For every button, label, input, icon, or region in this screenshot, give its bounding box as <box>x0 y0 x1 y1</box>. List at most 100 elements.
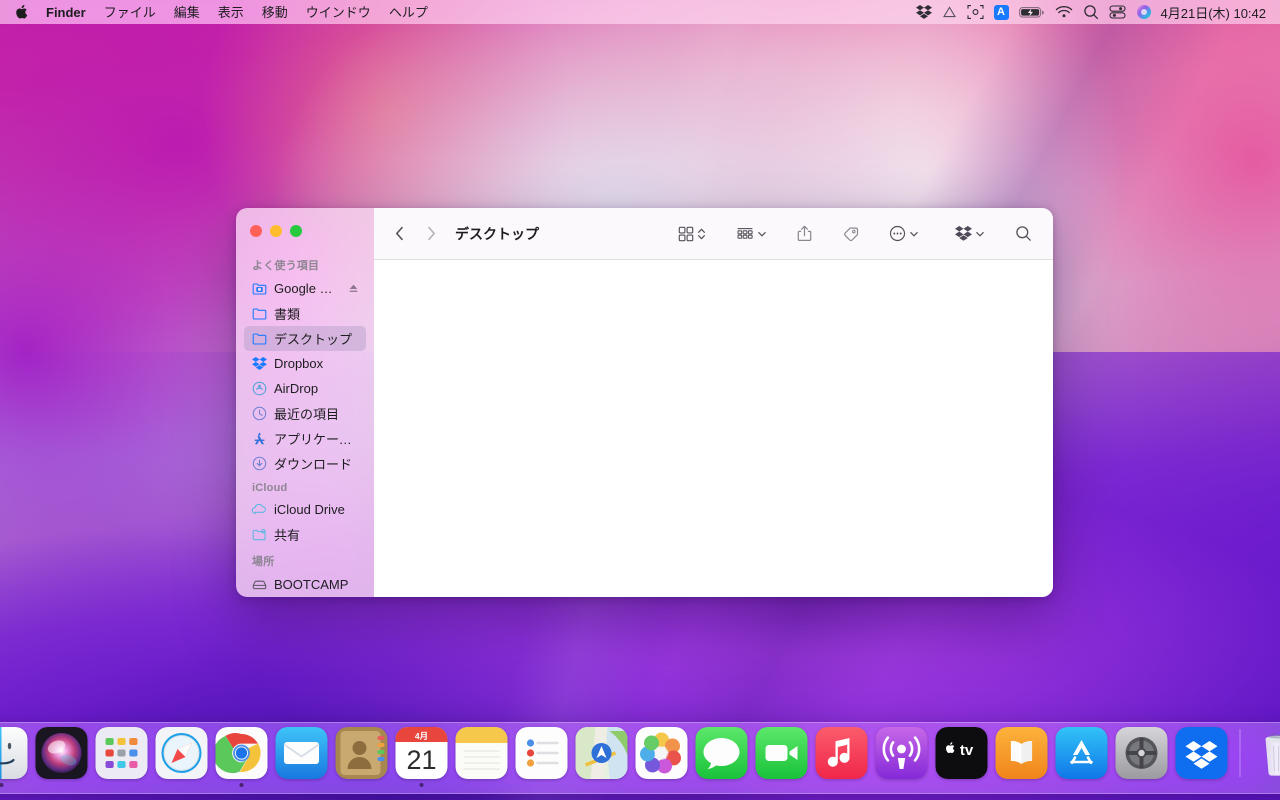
desktop: Finder ファイル 編集 表示 移動 ウインドウ ヘルプ A 4月21日(木… <box>0 0 1280 800</box>
group-by-button[interactable] <box>731 221 772 247</box>
finder-icon <box>0 727 28 779</box>
external-disk-icon <box>251 577 267 593</box>
dock-item-appletv[interactable]: tv <box>935 725 989 787</box>
spotlight-search-icon[interactable] <box>1078 1 1104 23</box>
dock-item-mail[interactable] <box>275 725 329 787</box>
sidebar-item-dropbox[interactable]: Dropbox <box>244 351 366 376</box>
dock-item-finder[interactable] <box>0 725 29 787</box>
dock-item-calendar[interactable]: 4月 21 <box>395 725 449 787</box>
dock-item-podcasts[interactable] <box>875 725 929 787</box>
sidebar-item-desktop[interactable]: デスクトップ <box>244 326 366 351</box>
dock-item-dropbox[interactable] <box>1175 725 1229 787</box>
sidebar-item-airdrop[interactable]: AirDrop <box>244 376 366 401</box>
tag-button[interactable] <box>837 221 864 247</box>
sidebar-item-shared[interactable]: 共有 <box>244 522 366 547</box>
dropbox-icon <box>1175 727 1228 779</box>
menu-bar-clock[interactable]: 4月21日(木) 10:42 <box>1157 3 1273 22</box>
finder-main: デスクトップ <box>374 208 1053 597</box>
dock-item-music[interactable] <box>815 725 869 787</box>
dropbox-toolbar-button[interactable] <box>950 221 990 247</box>
control-center-icon[interactable] <box>1104 1 1131 23</box>
siri-icon <box>35 727 88 779</box>
menu-item-window[interactable]: ウインドウ <box>297 3 380 22</box>
google-drive-menu-icon[interactable] <box>937 1 962 23</box>
search-button[interactable] <box>1010 221 1037 247</box>
dock-item-books[interactable] <box>995 725 1049 787</box>
running-indicator <box>60 783 64 787</box>
more-actions-button[interactable] <box>884 221 924 247</box>
appletv-icon: tv <box>935 727 988 779</box>
mail-icon <box>275 727 328 779</box>
dock-item-system-preferences[interactable] <box>1115 725 1169 787</box>
running-indicator <box>600 783 604 787</box>
battery-charging-icon[interactable] <box>1014 1 1050 23</box>
close-button[interactable] <box>250 225 262 237</box>
dock-item-maps[interactable] <box>575 725 629 787</box>
running-indicator <box>780 783 784 787</box>
ellipsis-circle-icon <box>889 225 906 242</box>
running-indicator <box>419 783 424 787</box>
sidebar-item-downloads[interactable]: ダウンロード <box>244 451 366 476</box>
facetime-icon <box>755 727 808 779</box>
menu-item-go[interactable]: 移動 <box>253 3 297 22</box>
sidebar-item-label: AirDrop <box>274 381 319 396</box>
chrome-icon <box>215 727 268 779</box>
sidebar-item-icloud-drive[interactable]: iCloud Drive <box>244 497 366 522</box>
wifi-icon[interactable] <box>1050 1 1078 23</box>
dropbox-menu-icon[interactable] <box>911 1 937 23</box>
running-indicator <box>180 783 184 787</box>
dock-item-reminders[interactable] <box>515 725 569 787</box>
chevron-right-icon <box>427 226 435 241</box>
dock-item-contacts[interactable] <box>335 725 389 787</box>
dock-item-facetime[interactable] <box>755 725 809 787</box>
appstore-icon <box>1055 727 1108 779</box>
running-indicator <box>120 783 124 787</box>
screenshot-capture-icon[interactable] <box>962 1 989 23</box>
calendar-icon: 4月 21 <box>395 727 448 779</box>
dock-item-messages[interactable] <box>695 725 749 787</box>
calendar-month-label: 4月 <box>415 731 428 741</box>
running-indicator <box>239 783 244 787</box>
sidebar-item-recents[interactable]: 最近の項目 <box>244 401 366 426</box>
podcasts-icon <box>875 727 928 779</box>
messages-icon <box>695 727 748 779</box>
dock-item-photos[interactable] <box>635 725 689 787</box>
running-indicator <box>1140 783 1144 787</box>
minimize-button[interactable] <box>270 225 282 237</box>
siri-icon[interactable] <box>1131 1 1157 23</box>
back-button[interactable] <box>386 221 412 247</box>
dock-item-appstore[interactable] <box>1055 725 1109 787</box>
sidebar-item-google-drive[interactable]: Google Dri... <box>244 276 366 301</box>
menu-item-file[interactable]: ファイル <box>95 3 165 22</box>
menu-item-finder[interactable]: Finder <box>37 3 95 22</box>
sidebar-item-applications[interactable]: アプリケーション <box>244 426 366 451</box>
dock-item-chrome[interactable] <box>215 725 269 787</box>
sidebar-item-documents[interactable]: 書類 <box>244 301 366 326</box>
dock-item-safari[interactable] <box>155 725 209 787</box>
dock-item-launchpad[interactable] <box>95 725 149 787</box>
forward-button[interactable] <box>418 221 444 247</box>
menu-item-help[interactable]: ヘルプ <box>380 3 437 22</box>
dock-item-notes[interactable] <box>455 725 509 787</box>
sidebar-group-icloud-title: iCloud <box>252 482 288 494</box>
running-indicator <box>540 783 544 787</box>
running-indicator <box>1020 783 1024 787</box>
magnifier-icon <box>1083 5 1098 20</box>
dock-item-trash[interactable] <box>1252 725 1280 787</box>
toolbar-actions <box>673 221 1037 247</box>
menu-item-edit[interactable]: 編集 <box>165 3 209 22</box>
eject-icon[interactable] <box>348 283 359 294</box>
recents-clock-icon <box>251 406 267 422</box>
maximize-button[interactable] <box>290 225 302 237</box>
view-mode-icon-grid[interactable] <box>673 221 711 247</box>
finder-file-list[interactable] <box>374 260 1053 597</box>
dock-item-siri[interactable] <box>35 725 89 787</box>
share-button[interactable] <box>792 221 817 247</box>
group-by-icon <box>737 227 753 239</box>
apple-menu[interactable] <box>10 4 37 20</box>
menu-item-view[interactable]: 表示 <box>209 3 253 22</box>
input-source-icon[interactable]: A <box>989 1 1014 23</box>
dock: 4月 21 tv <box>0 722 1280 794</box>
sidebar-item-bootcamp[interactable]: BOOTCAMP <box>244 572 366 597</box>
sidebar-item-label: 最近の項目 <box>274 407 340 422</box>
